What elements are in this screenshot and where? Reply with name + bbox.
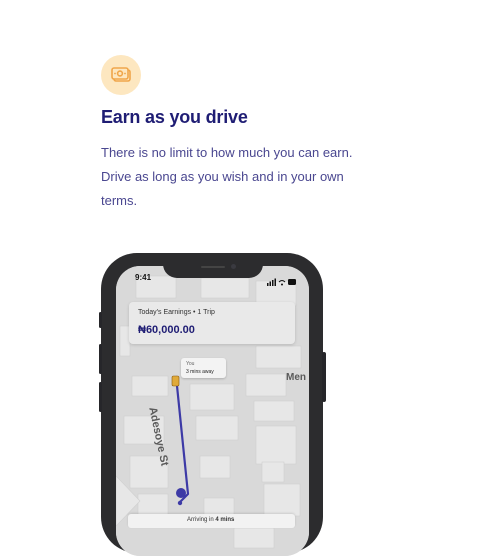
- phone-side-button: [99, 312, 102, 328]
- front-camera: [231, 264, 236, 269]
- speaker-grille: [201, 266, 225, 268]
- driver-label: You: [186, 361, 195, 367]
- phone-power-button: [322, 352, 326, 402]
- arriving-banner: Arriving in 4 mins: [128, 514, 295, 528]
- phone-screen: 9:41 Today's Earnings • 1 Trip ₦60,000.0…: [116, 266, 309, 556]
- phone-volume-down-button: [99, 382, 102, 412]
- money-stack-icon: [101, 55, 141, 95]
- earnings-label: Today's Earnings • 1 Trip: [138, 309, 215, 316]
- arriving-time: 4 mins: [215, 517, 235, 523]
- phone-notch: [163, 256, 263, 278]
- driver-eta: 3 mins away: [186, 369, 214, 375]
- earnings-card: Today's Earnings • 1 Trip ₦60,000.00: [129, 302, 295, 344]
- status-icons: [267, 273, 297, 291]
- status-time: 9:41: [135, 273, 152, 282]
- arriving-text: Arriving in 4 mins: [187, 517, 234, 523]
- earnings-amount: ₦60,000.00: [138, 324, 195, 336]
- phone-volume-up-button: [99, 344, 102, 374]
- feature-title: Earn as you drive: [101, 107, 248, 127]
- map-place-label: Men: [286, 372, 306, 383]
- driver-location-bubble: You 3 mins away: [181, 358, 226, 378]
- arriving-prefix: Arriving in: [187, 517, 216, 523]
- feature-description: There is no limit to how much you can ea…: [101, 145, 353, 208]
